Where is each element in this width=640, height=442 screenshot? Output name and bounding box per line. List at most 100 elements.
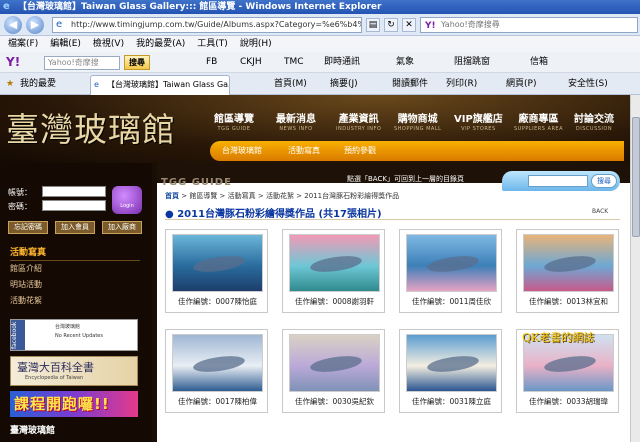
- global-nav-sublabel: VIP STORES: [461, 126, 496, 132]
- course-banner[interactable]: 課程開跑囉!!: [10, 391, 138, 417]
- menu-item-2[interactable]: 檢視(V): [93, 39, 124, 49]
- sidebar-link-highlights[interactable]: 活動花絮: [10, 295, 42, 306]
- photo-card[interactable]: 佳作編號：0013林宜和: [516, 229, 619, 313]
- scrollbar-thumb[interactable]: [632, 117, 640, 237]
- artwork-thumbnail[interactable]: [289, 234, 380, 292]
- encyclopedia-subtitle: Encyclopedia of Taiwan: [25, 375, 84, 381]
- photo-card[interactable]: 佳作編號：0030吳紀欽: [282, 329, 385, 413]
- artwork-thumbnail[interactable]: [406, 234, 497, 292]
- subnav-activity-photos[interactable]: 活動寫真: [288, 141, 320, 161]
- dolphin-figure: [192, 353, 246, 375]
- compatibility-icon[interactable]: ▤: [366, 18, 380, 32]
- site-search-button[interactable]: 搜尋: [591, 174, 617, 188]
- subnav-book-visit[interactable]: 預約參觀: [344, 141, 376, 161]
- title-divider: [165, 219, 620, 220]
- toolbar-item-mail[interactable]: 信箱: [530, 52, 548, 73]
- back-arrow-icon[interactable]: ◀: [4, 16, 22, 34]
- dolphin-figure: [192, 253, 246, 275]
- favorites-button[interactable]: 我的最愛: [20, 73, 56, 95]
- sidebar-link-events[interactable]: 明站活動: [10, 279, 42, 290]
- global-nav-item-5[interactable]: 廠商專區 SUPPLIERS AREA: [514, 110, 563, 132]
- photo-card[interactable]: 佳作編號：0017陳柏偉: [165, 329, 268, 413]
- facebook-widget[interactable]: facebook 台灣玻璃館 No Recent Updates: [10, 319, 138, 351]
- tab-page-icon: e: [94, 80, 99, 89]
- page-button[interactable]: 網頁(P): [506, 73, 536, 95]
- menu-item-3[interactable]: 我的最愛(A): [136, 39, 185, 49]
- menu-item-4[interactable]: 工具(T): [197, 39, 228, 49]
- menu-item-1[interactable]: 編輯(E): [50, 39, 81, 49]
- artwork-thumbnail[interactable]: [406, 334, 497, 392]
- artwork-thumbnail[interactable]: [172, 234, 263, 292]
- photo-caption: 佳作編號：0017陳柏偉: [177, 397, 258, 406]
- account-input[interactable]: [42, 186, 106, 197]
- vertical-scrollbar[interactable]: [630, 95, 640, 442]
- toolbar-item-ckjh[interactable]: CKJH: [240, 52, 262, 73]
- toolbar-search-label: 搜尋: [129, 58, 145, 67]
- print-button[interactable]: 列印(R): [446, 73, 477, 95]
- dolphin-figure: [426, 353, 480, 375]
- main-content: 首頁 > 館區導覽 > 活動寫真 > 活動花絮 > 2011台灣豚石粉彩繪得獎作…: [157, 183, 630, 442]
- toolbar-item-popup-blocker[interactable]: 阻擋跳窗: [454, 52, 490, 73]
- encyclopedia-banner[interactable]: 臺灣大百科全書 Encyclopedia of Taiwan: [10, 356, 138, 386]
- breadcrumb-path: > 館區導覽 > 活動寫真 > 活動花絮 > 2011台灣豚石粉彩繪得獎作品: [181, 192, 400, 200]
- site-search-label: 搜尋: [597, 177, 611, 185]
- dolphin-figure: [309, 253, 363, 275]
- toolbar-item-tmc[interactable]: TMC: [284, 52, 304, 73]
- toolbar-search-input[interactable]: Yahoo!奇摩搜: [44, 56, 120, 70]
- sidebar-bottom-logo[interactable]: 臺灣玻璃館: [10, 423, 55, 436]
- toolbar-item-messenger[interactable]: 即時通訊: [324, 52, 360, 73]
- toolbar-search-button[interactable]: 搜尋: [124, 55, 150, 70]
- back-button[interactable]: BACK: [592, 208, 608, 215]
- forgot-password-button[interactable]: 忘記密碼: [8, 221, 48, 234]
- artwork-thumbnail[interactable]: [289, 334, 380, 392]
- forward-arrow-icon[interactable]: ▶: [26, 16, 44, 34]
- photo-caption: 佳作編號：0031陳立庭: [411, 397, 492, 406]
- favorites-star-icon[interactable]: ★: [6, 73, 14, 95]
- site-logo[interactable]: 臺灣玻璃館: [6, 103, 176, 151]
- global-nav-item-4[interactable]: VIP旗艦店 VIP STORES: [454, 110, 503, 132]
- global-nav-item-3[interactable]: 購物商城 SHOPPING MALL: [394, 110, 441, 132]
- global-nav-label: 購物商城: [397, 114, 438, 125]
- global-nav-sublabel: INDUSTRY INFO: [336, 126, 382, 132]
- address-input[interactable]: e http://www.timingjump.com.tw/Guide/Alb…: [52, 17, 362, 33]
- refresh-icon[interactable]: ↻: [384, 18, 398, 32]
- subnav-taiwan-glass[interactable]: 台灣玻璃館: [222, 141, 262, 161]
- browser-search-input[interactable]: Y! Yahoo!奇摩搜尋: [420, 17, 638, 33]
- menu-item-0[interactable]: 檔案(F): [8, 39, 38, 49]
- photo-card[interactable]: 佳作編號：0031陳立庭: [399, 329, 502, 413]
- photo-card[interactable]: 佳作編號：0007陳怡庭: [165, 229, 268, 313]
- join-member-button[interactable]: 加入會員: [55, 221, 95, 234]
- global-nav-item-1[interactable]: 最新消息 NEWS INFO: [276, 110, 316, 132]
- site-search-input[interactable]: [528, 175, 588, 187]
- breadcrumb-home[interactable]: 首頁: [165, 192, 179, 200]
- global-nav-item-0[interactable]: 館區導覽 TGG GUIDE: [214, 110, 254, 132]
- photo-card[interactable]: 佳作編號：0011周佳欣: [399, 229, 502, 313]
- login-button[interactable]: Login: [112, 186, 142, 214]
- read-mail-button[interactable]: 閱讀郵件: [392, 73, 428, 95]
- dolphin-figure: [426, 253, 480, 275]
- menu-item-5[interactable]: 說明(H): [240, 39, 272, 49]
- password-input[interactable]: [42, 200, 106, 211]
- course-banner-text: 課程開跑囉!!: [14, 395, 110, 413]
- tab-current[interactable]: e 【台灣玻璃館】Taiwan Glass Ga...: [90, 75, 230, 95]
- facebook-side-label: facebook: [11, 320, 25, 350]
- safety-button[interactable]: 安全性(S): [568, 73, 608, 95]
- yahoo-toolbar-logo[interactable]: Y!: [6, 52, 20, 73]
- artwork-thumbnail[interactable]: [523, 234, 614, 292]
- global-nav-item-2[interactable]: 產業資訊 INDUSTRY INFO: [336, 110, 381, 132]
- join-vendor-button[interactable]: 加入廠商: [102, 221, 142, 234]
- photo-card[interactable]: 佳作編號：0008謝羽軒: [282, 229, 385, 313]
- dolphin-figure: [309, 353, 363, 375]
- global-nav-item-6[interactable]: 討論交流 DISCUSSION: [574, 110, 614, 132]
- feeds-button[interactable]: 摘要(J): [330, 73, 358, 95]
- yahoo-toolbar: Y! Yahoo!奇摩搜 搜尋 FB CKJH TMC 即時通訊 氣象 阻擋跳窗…: [0, 52, 640, 73]
- toolbar-item-fb[interactable]: FB: [206, 52, 217, 73]
- home-button[interactable]: 首頁(M): [274, 73, 307, 95]
- stop-icon[interactable]: ✕: [402, 18, 416, 32]
- menu-bar: 檔案(F) 編輯(E) 檢視(V) 我的最愛(A) 工具(T) 說明(H): [0, 36, 640, 52]
- toolbar-item-weather[interactable]: 氣象: [396, 52, 414, 73]
- window-titlebar: e 【台灣玻璃館】Taiwan Glass Gallery::: 館區導覽 - …: [0, 0, 640, 14]
- artwork-thumbnail[interactable]: [172, 334, 263, 392]
- photo-caption: 佳作編號：0013林宜和: [528, 297, 609, 306]
- sidebar-link-intro[interactable]: 館區介紹: [10, 263, 42, 274]
